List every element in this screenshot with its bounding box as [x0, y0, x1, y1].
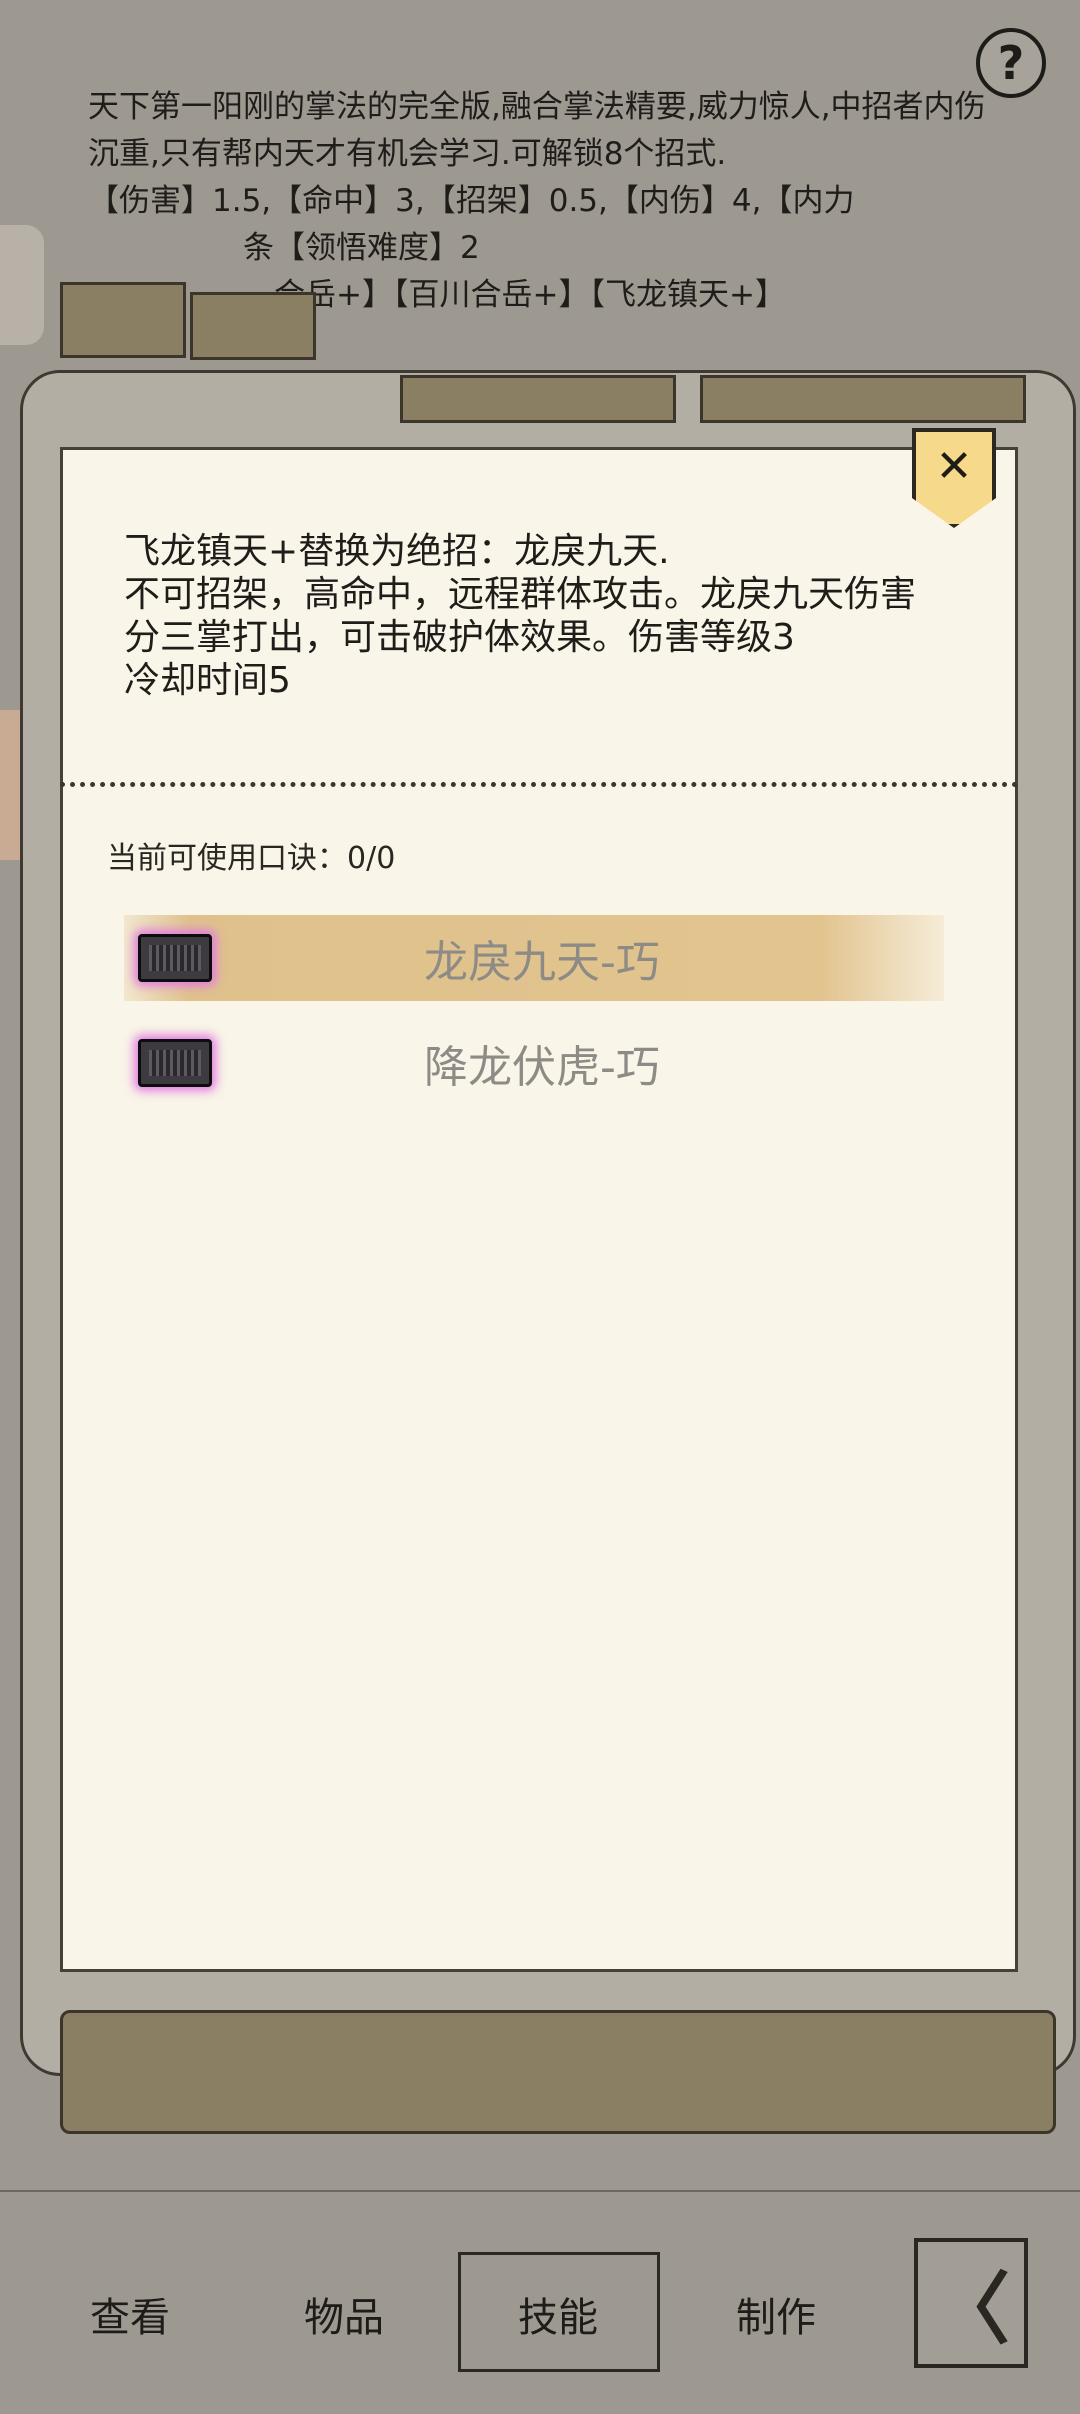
nav-divider — [0, 2190, 1080, 2192]
nav-items-button[interactable]: 物品 — [254, 2214, 434, 2414]
scroll-roll-top — [190, 292, 316, 360]
skill-summary-text: 天下第一阳刚的掌法的完全版,融合掌法精要,威力惊人,中招者内伤沉重,只有帮内天才… — [88, 89, 986, 313]
book-icon — [138, 934, 212, 982]
nav-view-button[interactable]: 查看 — [40, 2214, 220, 2414]
back-button[interactable]: 〈 — [914, 2238, 1028, 2368]
scroll-roll-top-left — [60, 282, 186, 358]
dotted-divider — [60, 782, 1018, 787]
koujue-item-label: 降龙伏虎-巧 — [424, 1042, 660, 1093]
nav-craft-button[interactable]: 制作 — [686, 2214, 866, 2414]
scroll-roll-top-right — [700, 375, 1026, 423]
back-icon: 〈 — [931, 2265, 1010, 2355]
koujue-item-longli[interactable]: 龙戾九天-巧 — [124, 915, 944, 1001]
koujue-item-xianglong[interactable]: 降龙伏虎-巧 — [124, 1020, 944, 1106]
koujue-count-label: 当前可使用口诀：0/0 — [107, 841, 396, 876]
book-icon — [138, 1039, 212, 1087]
close-icon: ✕ — [935, 441, 973, 492]
koujue-item-label: 龙戾九天-巧 — [424, 937, 660, 988]
scroll-roll-bottom — [60, 2010, 1056, 2134]
side-tab-left-top[interactable] — [0, 225, 44, 345]
nav-skills-selected-frame — [458, 2252, 660, 2372]
help-icon[interactable]: ? — [976, 28, 1046, 98]
scroll-roll-top-mid — [400, 375, 676, 423]
ultimate-description: 飞龙镇天+替换为绝招：龙戾九天. 不可招架，高命中，远程群体攻击。龙戾九天伤害分… — [124, 531, 917, 701]
